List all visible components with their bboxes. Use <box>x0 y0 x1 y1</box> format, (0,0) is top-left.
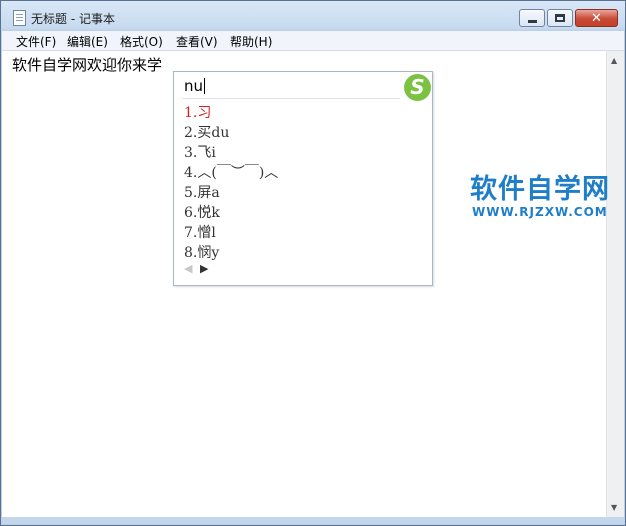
maximize-icon <box>555 14 565 22</box>
ime-composition: nu <box>184 77 206 95</box>
site-watermark: 软件自学网 WWW.RJZXW.COM <box>470 167 610 219</box>
scroll-up-icon[interactable]: ▲ <box>611 56 617 65</box>
candidate-8[interactable]: 8.悯y <box>184 242 219 262</box>
editor-content[interactable]: 软件自学网欢迎你来学 <box>12 54 162 75</box>
window-title: 无标题 - 记事本 <box>31 12 115 26</box>
window-bottom-border <box>2 517 624 524</box>
notepad-icon[interactable] <box>13 10 26 26</box>
candidate-6[interactable]: 6.悦k <box>184 202 220 222</box>
candidate-2[interactable]: 2.买du <box>184 122 229 142</box>
sogou-logo-icon[interactable]: S <box>404 74 431 101</box>
candidate-3[interactable]: 3.飞i <box>184 142 216 162</box>
menu-help[interactable]: 帮助(H) <box>230 33 272 50</box>
page-prev-icon[interactable]: ◀ <box>184 262 192 275</box>
minimize-icon <box>528 20 537 23</box>
caption-buttons: ✕ <box>517 9 618 27</box>
ime-caret <box>204 78 206 94</box>
candidate-7[interactable]: 7.憎l <box>184 222 216 242</box>
candidate-5[interactable]: 5.屏a <box>184 182 220 202</box>
ime-page-nav: ◀ ▶ <box>184 262 208 275</box>
minimize-button[interactable] <box>519 9 545 27</box>
menu-edit[interactable]: 编辑(E) <box>67 33 108 50</box>
ime-input-text: nu <box>184 77 204 95</box>
ime-divider <box>182 98 400 99</box>
menu-file[interactable]: 文件(F) <box>16 33 56 50</box>
candidate-1[interactable]: 1.习 <box>184 102 211 122</box>
scroll-down-icon[interactable]: ▼ <box>611 503 617 512</box>
vertical-scrollbar[interactable]: ▲ ▼ <box>606 51 624 517</box>
title-bar[interactable]: 无标题 - 记事本 ✕ <box>1 1 625 31</box>
maximize-button[interactable] <box>547 9 573 27</box>
close-icon: ✕ <box>591 11 602 26</box>
ime-candidate-window: nu S 1.习 2.买du 3.飞i 4.︿(￣︶￣)︿ 5.屏a 6.悦k … <box>173 71 433 286</box>
close-button[interactable]: ✕ <box>575 9 618 27</box>
watermark-title: 软件自学网 <box>470 174 610 205</box>
menu-view[interactable]: 查看(V) <box>176 33 218 50</box>
page-next-icon[interactable]: ▶ <box>200 262 208 275</box>
candidate-4[interactable]: 4.︿(￣︶￣)︿ <box>184 162 278 182</box>
watermark-url: WWW.RJZXW.COM <box>472 205 608 219</box>
menu-bar: 文件(F) 编辑(E) 格式(O) 查看(V) 帮助(H) <box>2 31 624 51</box>
menu-format[interactable]: 格式(O) <box>120 33 163 50</box>
